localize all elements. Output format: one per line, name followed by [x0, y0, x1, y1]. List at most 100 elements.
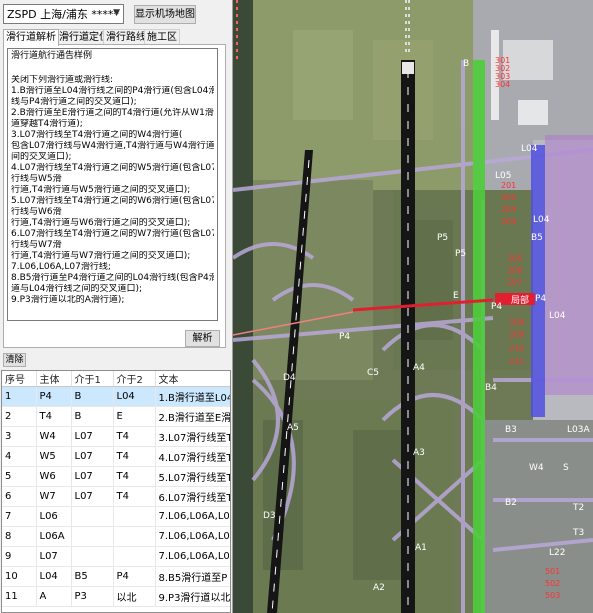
cell-subject: W5: [36, 446, 72, 467]
map-label-l04-top: L04: [521, 144, 538, 154]
gate-503: 503: [545, 591, 560, 600]
cell-text: 6.L07滑行线至T: [155, 486, 230, 507]
tab-taxiway-parse[interactable]: 滑行道解析: [3, 29, 59, 46]
cell-between1: P3: [71, 586, 114, 607]
col-header-subject[interactable]: 主体: [36, 371, 72, 387]
cell-subject: W4: [36, 426, 72, 447]
cell-subject: L04: [36, 566, 72, 587]
table-row[interactable]: 3 W4 L07 T4 3.L07滑行线至T: [2, 426, 230, 447]
cell-between1: L07: [71, 486, 114, 507]
cell-between1: L07: [71, 446, 114, 467]
notice-line: 道与L04滑行线之间的交叉道口);: [11, 284, 143, 294]
map-label-p4-left: P4: [339, 332, 350, 342]
notice-line: 4.L07滑行线至T4滑行道之间的W5滑行道(包含L07滑: [11, 163, 214, 173]
notice-line: 行线与W7滑: [11, 240, 62, 250]
cell-between1: L07: [71, 426, 114, 447]
cell-index: 6: [2, 486, 37, 507]
map-label-a5: A5: [287, 423, 299, 433]
table-row[interactable]: 8 L06A 7.L06,L06A,L07: [2, 526, 230, 547]
map-label-a3: A3: [413, 448, 425, 458]
chevron-down-icon[interactable]: ▼: [113, 8, 120, 18]
gate-502: 502: [545, 579, 560, 588]
map-label-l04-right: L04: [549, 311, 566, 321]
col-header-index[interactable]: 序号: [2, 371, 37, 387]
grid-body: 1 P4 B L04 1.B滑行道至L04 2 T4 B E 2.B滑行道至E滑 3 W4 L07 T4 3…: [2, 386, 230, 607]
cell-text: 9.P3滑行道以北: [155, 586, 230, 607]
cell-between2: L04: [113, 386, 156, 407]
cell-between1: [71, 546, 114, 567]
cell-index: 9: [2, 546, 37, 567]
col-header-between2[interactable]: 介于2: [113, 371, 156, 387]
table-row[interactable]: 2 T4 B E 2.B滑行道至E滑: [2, 406, 230, 427]
notice-line: 8.B5滑行道至P4滑行道之间的L04滑行线(包含P4滑行: [11, 273, 214, 283]
airport-satellite-map[interactable]: 301 302 303 304 201 202 203 204 205 206 …: [233, 0, 593, 613]
notice-line: 线与P4滑行道之间的交叉道口);: [11, 97, 137, 107]
cell-index: 10: [2, 566, 37, 587]
cell-between2: [113, 526, 156, 547]
cell-index: 3: [2, 426, 37, 447]
gate-210: 210: [509, 344, 524, 353]
map-label-b-top: B: [463, 59, 469, 69]
col-header-text[interactable]: 文本: [155, 371, 230, 387]
table-row[interactable]: 7 L06 7.L06,L06A,L07: [2, 506, 230, 527]
parse-button[interactable]: 解析: [185, 330, 220, 347]
table-row[interactable]: 9 L07 7.L06,L06A,L07: [2, 546, 230, 567]
map-label-p4-end: P4: [535, 294, 546, 304]
col-header-between1[interactable]: 介于1: [71, 371, 114, 387]
show-airport-map-button[interactable]: 显示机场地图: [134, 5, 196, 24]
cell-between2: T4: [113, 466, 156, 487]
map-label-l05: L05: [495, 171, 511, 181]
cell-text: 7.L06,L06A,L07: [155, 506, 230, 527]
gate-208: 208: [509, 318, 524, 327]
map-label-l04-mid: L04: [533, 215, 550, 225]
map-label-d3: D3: [263, 511, 276, 521]
notice-line: 间的交叉道口);: [11, 152, 72, 162]
map-label-b2: B2: [505, 498, 517, 508]
map-label-p5: P5: [437, 233, 448, 243]
notice-line: 1.B滑行道至L04滑行线之间的P4滑行道(包含L04滑行: [11, 86, 214, 96]
cell-text: 5.L07滑行线至T: [155, 466, 230, 487]
notice-line: 行道,T4滑行道与W6滑行道之间的交叉道口);: [11, 218, 191, 228]
grid-header: 序号 主体 介于1 介于2 文本: [2, 371, 230, 387]
airport-select[interactable]: ZSPD 上海/浦东 ***** ▼: [3, 4, 124, 24]
cell-between1: L07: [71, 466, 114, 487]
table-row[interactable]: 1 P4 B L04 1.B滑行道至L04: [2, 386, 230, 407]
cell-text: 3.L07滑行线至T: [155, 426, 230, 447]
left-panel: ZSPD 上海/浦东 ***** ▼ 显示机场地图 滑行道解析 滑行道定位 滑行…: [0, 0, 233, 613]
cell-index: 8: [2, 526, 37, 547]
tab-taxi-route[interactable]: 滑行路线: [103, 29, 149, 45]
table-row[interactable]: 10 L04 B5 P4 8.B5滑行道至P: [2, 566, 230, 587]
cell-text: 8.B5滑行道至P: [155, 566, 230, 587]
map-label-w4: W4: [529, 463, 544, 473]
cell-between1: [71, 506, 114, 527]
cell-index: 11: [2, 586, 37, 607]
cell-subject: T4: [36, 406, 72, 427]
map-label-l22: L22: [549, 548, 565, 558]
table-row[interactable]: 11 A P3 以北 9.P3滑行道以北: [2, 586, 230, 607]
gate-206: 206: [507, 266, 522, 275]
tab-construction-zone[interactable]: 施工区: [144, 29, 180, 45]
map-label-e: E: [453, 291, 459, 301]
table-row[interactable]: 6 W7 L07 T4 6.L07滑行线至T: [2, 486, 230, 507]
cell-subject: W6: [36, 466, 72, 487]
cell-text: 7.L06,L06A,L07: [155, 526, 230, 547]
map-label-c5: C5: [367, 368, 379, 378]
table-row[interactable]: 5 W6 L07 T4 5.L07滑行线至T: [2, 466, 230, 487]
notice-textarea[interactable]: 滑行道航行通告样例 关闭下列滑行道或滑行线: 1.B滑行道至L04滑行线之间的P4…: [7, 48, 218, 321]
results-grid[interactable]: 序号 主体 介于1 介于2 文本 1 P4 B L04 1.B滑行道至L04 2 T4 B E 2…: [1, 370, 231, 613]
map-label-p4-red: P4: [491, 302, 502, 312]
tab-content: 滑行道航行通告样例 关闭下列滑行道或滑行线: 1.B滑行道至L04滑行线之间的P4…: [3, 44, 226, 348]
cell-text: 1.B滑行道至L04: [155, 386, 230, 407]
table-row[interactable]: 4 W5 L07 T4 4.L07滑行线至T: [2, 446, 230, 467]
cell-subject: L06A: [36, 526, 72, 547]
cell-text: 4.L07滑行线至T: [155, 446, 230, 467]
cell-between2: T4: [113, 426, 156, 447]
clear-button[interactable]: 清除: [3, 353, 26, 367]
map-label-b3: B3: [505, 425, 517, 435]
gate-201: 201: [501, 181, 516, 190]
map-label-b4: B4: [485, 383, 497, 393]
cell-index: 5: [2, 466, 37, 487]
notice-title: 滑行道航行通告样例: [11, 51, 93, 61]
cell-between2: [113, 506, 156, 527]
cell-subject: L07: [36, 546, 72, 567]
